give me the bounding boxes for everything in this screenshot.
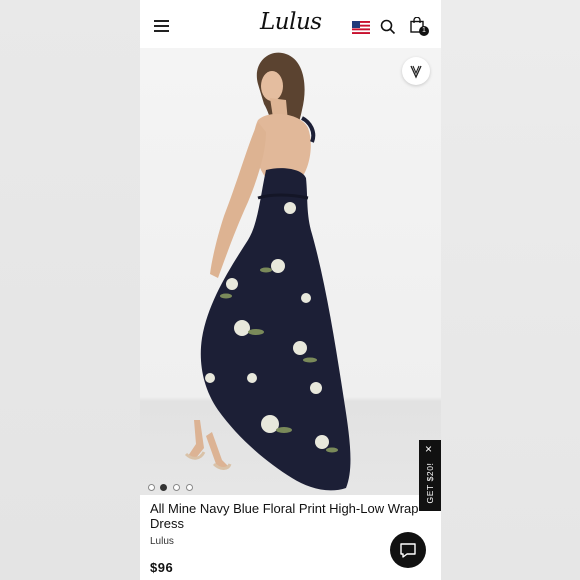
brand-logo[interactable]: Lulus bbox=[260, 9, 322, 35]
cart-count-badge: 1 bbox=[419, 26, 429, 36]
heart-v-icon bbox=[410, 65, 422, 79]
promo-label[interactable]: GET $20! bbox=[425, 457, 435, 509]
pagination-dot-1[interactable] bbox=[148, 484, 155, 491]
product-title: All Mine Navy Blue Floral Print High-Low… bbox=[150, 501, 419, 531]
product-price: $96 bbox=[150, 560, 174, 575]
us-flag-icon[interactable] bbox=[352, 21, 370, 34]
promo-tab[interactable]: × GET $20! bbox=[419, 440, 441, 511]
hamburger-menu-icon[interactable] bbox=[154, 20, 169, 32]
product-brand[interactable]: Lulus bbox=[150, 536, 174, 547]
product-image[interactable] bbox=[140, 48, 441, 495]
pagination-dot-4[interactable] bbox=[186, 484, 193, 491]
chat-button[interactable] bbox=[390, 532, 426, 568]
chat-bubble-icon bbox=[400, 543, 416, 558]
favorite-button[interactable] bbox=[402, 57, 430, 85]
right-backdrop bbox=[441, 0, 580, 580]
pagination-dot-2[interactable] bbox=[160, 484, 167, 491]
left-backdrop bbox=[0, 0, 140, 580]
search-icon[interactable] bbox=[380, 19, 396, 35]
mobile-viewport: Lulus 1 × GET $20! All Mine Navy Blue Fl… bbox=[140, 0, 441, 580]
top-header: Lulus 1 bbox=[140, 0, 441, 50]
close-icon[interactable]: × bbox=[425, 443, 432, 455]
model-photo bbox=[184, 52, 351, 491]
pagination-dot-3[interactable] bbox=[173, 484, 180, 491]
